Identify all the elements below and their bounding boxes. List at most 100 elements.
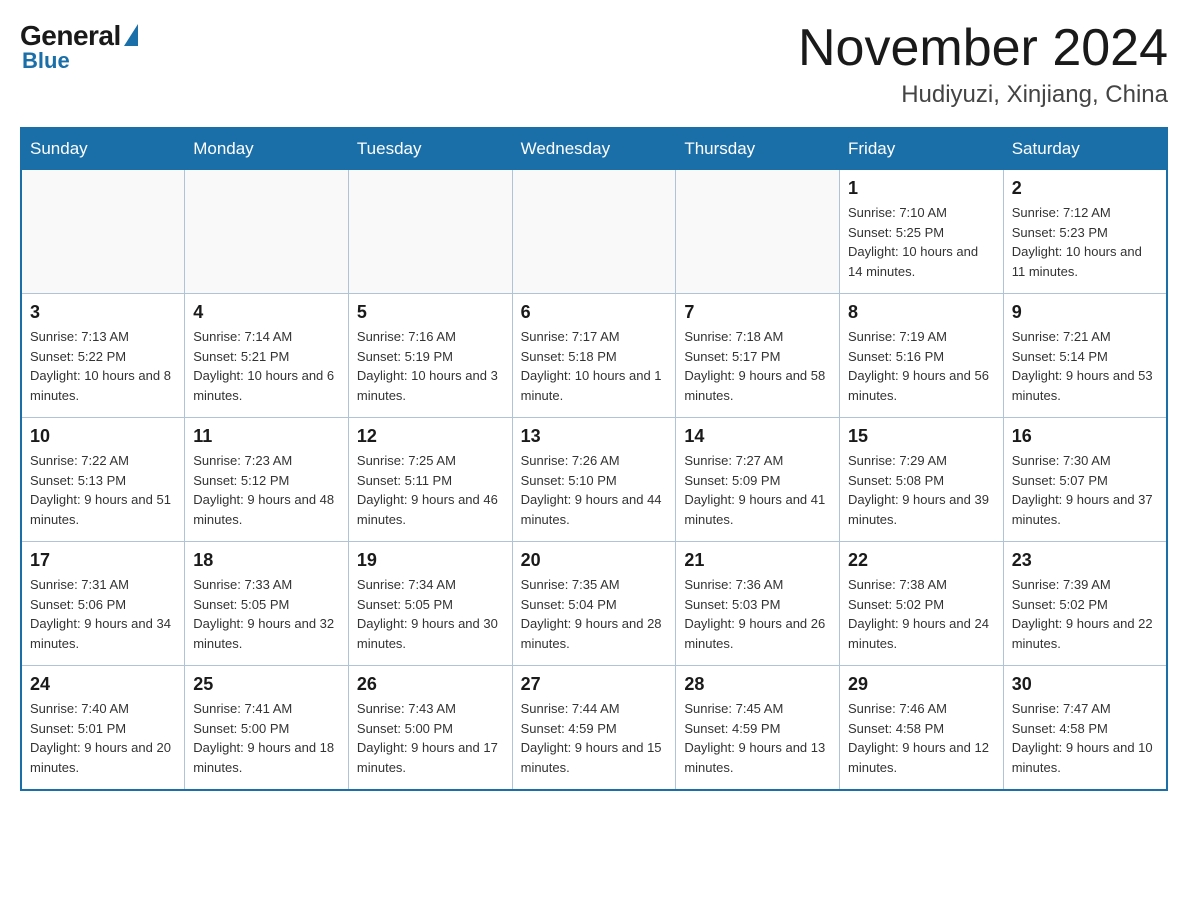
day-info: Sunrise: 7:33 AM Sunset: 5:05 PM Dayligh… xyxy=(193,575,340,653)
day-info: Sunrise: 7:46 AM Sunset: 4:58 PM Dayligh… xyxy=(848,699,995,777)
day-number: 25 xyxy=(193,674,340,695)
day-info: Sunrise: 7:41 AM Sunset: 5:00 PM Dayligh… xyxy=(193,699,340,777)
day-number: 4 xyxy=(193,302,340,323)
day-info: Sunrise: 7:27 AM Sunset: 5:09 PM Dayligh… xyxy=(684,451,831,529)
day-number: 12 xyxy=(357,426,504,447)
logo: General Blue xyxy=(20,20,138,74)
day-info: Sunrise: 7:47 AM Sunset: 4:58 PM Dayligh… xyxy=(1012,699,1158,777)
day-number: 9 xyxy=(1012,302,1158,323)
week-row-2: 3 Sunrise: 7:13 AM Sunset: 5:22 PM Daylig… xyxy=(21,294,1167,418)
day-info: Sunrise: 7:14 AM Sunset: 5:21 PM Dayligh… xyxy=(193,327,340,405)
day-number: 28 xyxy=(684,674,831,695)
calendar-cell: 10Sunrise: 7:22 AM Sunset: 5:13 PM Dayli… xyxy=(21,418,185,542)
weekday-header-wednesday: Wednesday xyxy=(512,128,676,170)
day-number: 21 xyxy=(684,550,831,571)
calendar-cell: 25 Sunrise: 7:41 AM Sunset: 5:00 PM Dayli… xyxy=(185,666,349,791)
day-number: 26 xyxy=(357,674,504,695)
day-info: Sunrise: 7:29 AM Sunset: 5:08 PM Dayligh… xyxy=(848,451,995,529)
day-info: Sunrise: 7:25 AM Sunset: 5:11 PM Dayligh… xyxy=(357,451,504,529)
weekday-header-tuesday: Tuesday xyxy=(348,128,512,170)
day-info: Sunrise: 7:10 AM Sunset: 5:25 PM Dayligh… xyxy=(848,203,995,281)
calendar-cell: 4 Sunrise: 7:14 AM Sunset: 5:21 PM Daylig… xyxy=(185,294,349,418)
calendar-cell: 8 Sunrise: 7:19 AM Sunset: 5:16 PM Daylig… xyxy=(840,294,1004,418)
day-info: Sunrise: 7:38 AM Sunset: 5:02 PM Dayligh… xyxy=(848,575,995,653)
calendar-cell: 6 Sunrise: 7:17 AM Sunset: 5:18 PM Daylig… xyxy=(512,294,676,418)
calendar-cell: 3 Sunrise: 7:13 AM Sunset: 5:22 PM Daylig… xyxy=(21,294,185,418)
day-info: Sunrise: 7:26 AM Sunset: 5:10 PM Dayligh… xyxy=(521,451,668,529)
day-info: Sunrise: 7:16 AM Sunset: 5:19 PM Dayligh… xyxy=(357,327,504,405)
day-info: Sunrise: 7:19 AM Sunset: 5:16 PM Dayligh… xyxy=(848,327,995,405)
logo-triangle-icon xyxy=(124,24,138,46)
day-info: Sunrise: 7:31 AM Sunset: 5:06 PM Dayligh… xyxy=(30,575,176,653)
day-info: Sunrise: 7:34 AM Sunset: 5:05 PM Dayligh… xyxy=(357,575,504,653)
day-number: 23 xyxy=(1012,550,1158,571)
weekday-header-sunday: Sunday xyxy=(21,128,185,170)
day-number: 6 xyxy=(521,302,668,323)
day-info: Sunrise: 7:21 AM Sunset: 5:14 PM Dayligh… xyxy=(1012,327,1158,405)
day-info: Sunrise: 7:43 AM Sunset: 5:00 PM Dayligh… xyxy=(357,699,504,777)
month-title: November 2024 xyxy=(798,20,1168,77)
calendar-cell: 5 Sunrise: 7:16 AM Sunset: 5:19 PM Daylig… xyxy=(348,294,512,418)
week-row-4: 17 Sunrise: 7:31 AM Sunset: 5:06 PM Dayli… xyxy=(21,542,1167,666)
week-row-3: 10Sunrise: 7:22 AM Sunset: 5:13 PM Dayli… xyxy=(21,418,1167,542)
logo-blue-text: Blue xyxy=(22,48,70,74)
weekday-header-monday: Monday xyxy=(185,128,349,170)
day-info: Sunrise: 7:40 AM Sunset: 5:01 PM Dayligh… xyxy=(30,699,176,777)
calendar-cell: 24Sunrise: 7:40 AM Sunset: 5:01 PM Dayli… xyxy=(21,666,185,791)
day-number: 19 xyxy=(357,550,504,571)
day-number: 14 xyxy=(684,426,831,447)
day-info: Sunrise: 7:13 AM Sunset: 5:22 PM Dayligh… xyxy=(30,327,176,405)
day-number: 13 xyxy=(521,426,668,447)
day-number: 20 xyxy=(521,550,668,571)
day-number: 7 xyxy=(684,302,831,323)
day-info: Sunrise: 7:36 AM Sunset: 5:03 PM Dayligh… xyxy=(684,575,831,653)
calendar-cell: 15 Sunrise: 7:29 AM Sunset: 5:08 PM Dayli… xyxy=(840,418,1004,542)
calendar-cell: 17 Sunrise: 7:31 AM Sunset: 5:06 PM Dayli… xyxy=(21,542,185,666)
calendar-cell xyxy=(21,170,185,294)
day-info: Sunrise: 7:23 AM Sunset: 5:12 PM Dayligh… xyxy=(193,451,340,529)
page-header: General Blue November 2024 Hudiyuzi, Xin… xyxy=(20,20,1168,109)
weekday-header-thursday: Thursday xyxy=(676,128,840,170)
day-number: 15 xyxy=(848,426,995,447)
calendar-cell: 22 Sunrise: 7:38 AM Sunset: 5:02 PM Dayli… xyxy=(840,542,1004,666)
calendar-cell: 16Sunrise: 7:30 AM Sunset: 5:07 PM Dayli… xyxy=(1003,418,1167,542)
calendar-cell xyxy=(348,170,512,294)
day-number: 8 xyxy=(848,302,995,323)
day-info: Sunrise: 7:22 AM Sunset: 5:13 PM Dayligh… xyxy=(30,451,176,529)
calendar-cell: 14 Sunrise: 7:27 AM Sunset: 5:09 PM Dayli… xyxy=(676,418,840,542)
day-info: Sunrise: 7:30 AM Sunset: 5:07 PM Dayligh… xyxy=(1012,451,1158,529)
day-info: Sunrise: 7:44 AM Sunset: 4:59 PM Dayligh… xyxy=(521,699,668,777)
weekday-header-friday: Friday xyxy=(840,128,1004,170)
day-info: Sunrise: 7:12 AM Sunset: 5:23 PM Dayligh… xyxy=(1012,203,1158,281)
day-number: 29 xyxy=(848,674,995,695)
calendar-cell: 27 Sunrise: 7:44 AM Sunset: 4:59 PM Dayli… xyxy=(512,666,676,791)
day-number: 18 xyxy=(193,550,340,571)
title-section: November 2024 Hudiyuzi, Xinjiang, China xyxy=(798,20,1168,109)
calendar-cell: 21 Sunrise: 7:36 AM Sunset: 5:03 PM Dayli… xyxy=(676,542,840,666)
day-info: Sunrise: 7:39 AM Sunset: 5:02 PM Dayligh… xyxy=(1012,575,1158,653)
calendar-table: SundayMondayTuesdayWednesdayThursdayFrid… xyxy=(20,127,1168,791)
calendar-cell: 29 Sunrise: 7:46 AM Sunset: 4:58 PM Dayli… xyxy=(840,666,1004,791)
day-info: Sunrise: 7:18 AM Sunset: 5:17 PM Dayligh… xyxy=(684,327,831,405)
calendar-cell: 19 Sunrise: 7:34 AM Sunset: 5:05 PM Dayli… xyxy=(348,542,512,666)
calendar-cell xyxy=(185,170,349,294)
calendar-cell: 30 Sunrise: 7:47 AM Sunset: 4:58 PM Dayli… xyxy=(1003,666,1167,791)
day-info: Sunrise: 7:17 AM Sunset: 5:18 PM Dayligh… xyxy=(521,327,668,405)
day-number: 17 xyxy=(30,550,176,571)
day-number: 1 xyxy=(848,178,995,199)
day-number: 30 xyxy=(1012,674,1158,695)
calendar-cell: 28Sunrise: 7:45 AM Sunset: 4:59 PM Dayli… xyxy=(676,666,840,791)
calendar-cell: 1 Sunrise: 7:10 AM Sunset: 5:25 PM Daylig… xyxy=(840,170,1004,294)
weekday-header-saturday: Saturday xyxy=(1003,128,1167,170)
calendar-cell: 2Sunrise: 7:12 AM Sunset: 5:23 PM Daylig… xyxy=(1003,170,1167,294)
day-number: 27 xyxy=(521,674,668,695)
weekday-header-row: SundayMondayTuesdayWednesdayThursdayFrid… xyxy=(21,128,1167,170)
day-number: 22 xyxy=(848,550,995,571)
day-number: 5 xyxy=(357,302,504,323)
calendar-cell xyxy=(676,170,840,294)
calendar-cell: 18 Sunrise: 7:33 AM Sunset: 5:05 PM Dayli… xyxy=(185,542,349,666)
day-number: 3 xyxy=(30,302,176,323)
calendar-cell: 26 Sunrise: 7:43 AM Sunset: 5:00 PM Dayli… xyxy=(348,666,512,791)
day-number: 11 xyxy=(193,426,340,447)
calendar-cell: 12 Sunrise: 7:25 AM Sunset: 5:11 PM Dayli… xyxy=(348,418,512,542)
